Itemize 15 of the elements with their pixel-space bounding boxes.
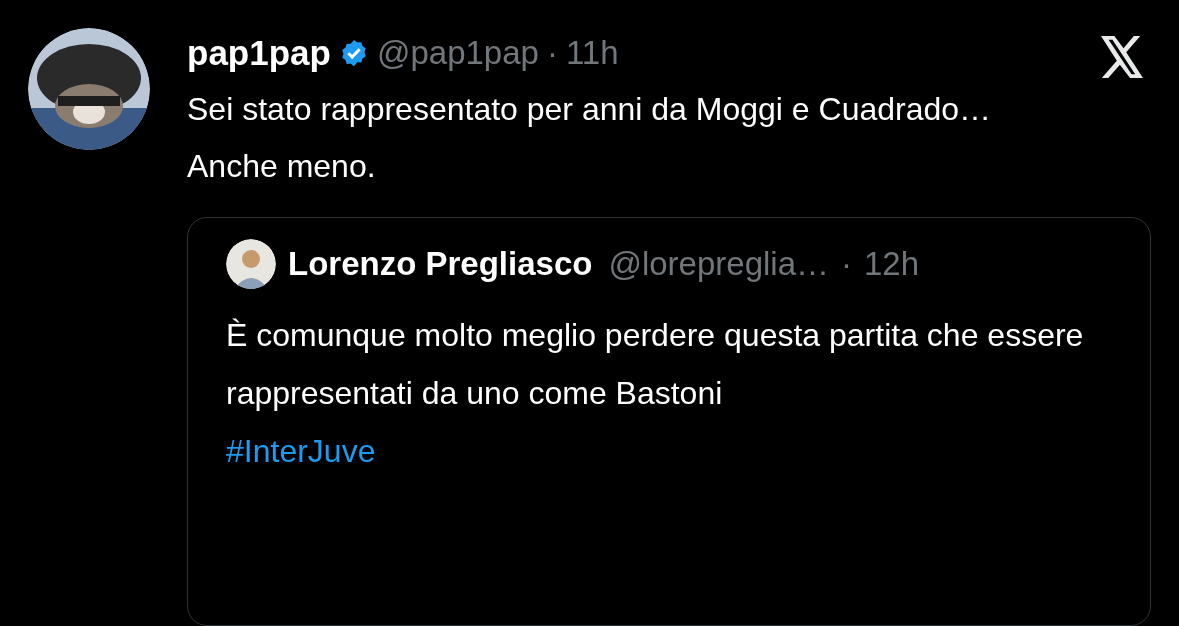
- quoted-author-name[interactable]: Lorenzo Pregliasco: [288, 239, 593, 289]
- quoted-tweet-text: È comunque molto meglio perdere questa partita che essere rappresentati da uno come Bastoni: [226, 316, 1085, 413]
- timestamp[interactable]: 12h: [864, 239, 920, 289]
- timestamp[interactable]: 11h: [565, 28, 619, 78]
- tweet-text: Sei stato rappresentato per anni da Moggi e Cuadrado…: [187, 90, 993, 129]
- separator: ·: [841, 244, 852, 285]
- hashtag-link[interactable]: #InterJuve: [226, 422, 376, 480]
- author-name[interactable]: pap1pap: [187, 26, 331, 80]
- tweet-text: Anche meno.: [187, 147, 377, 186]
- quoted-tweet-card[interactable]: Lorenzo Pregliasco @lorepreglia… · 12h È comunque molto meglio perdere questa partita che essere rappresentati da uno come Bastoni #InterJuve: [187, 217, 1151, 626]
- quoted-author-handle[interactable]: @lorepreglia…: [608, 239, 829, 289]
- avatar-icon: [226, 239, 276, 289]
- separator: ·: [546, 33, 558, 74]
- x-logo-icon[interactable]: [1099, 36, 1145, 78]
- author-handle[interactable]: @pap1pap: [376, 28, 539, 78]
